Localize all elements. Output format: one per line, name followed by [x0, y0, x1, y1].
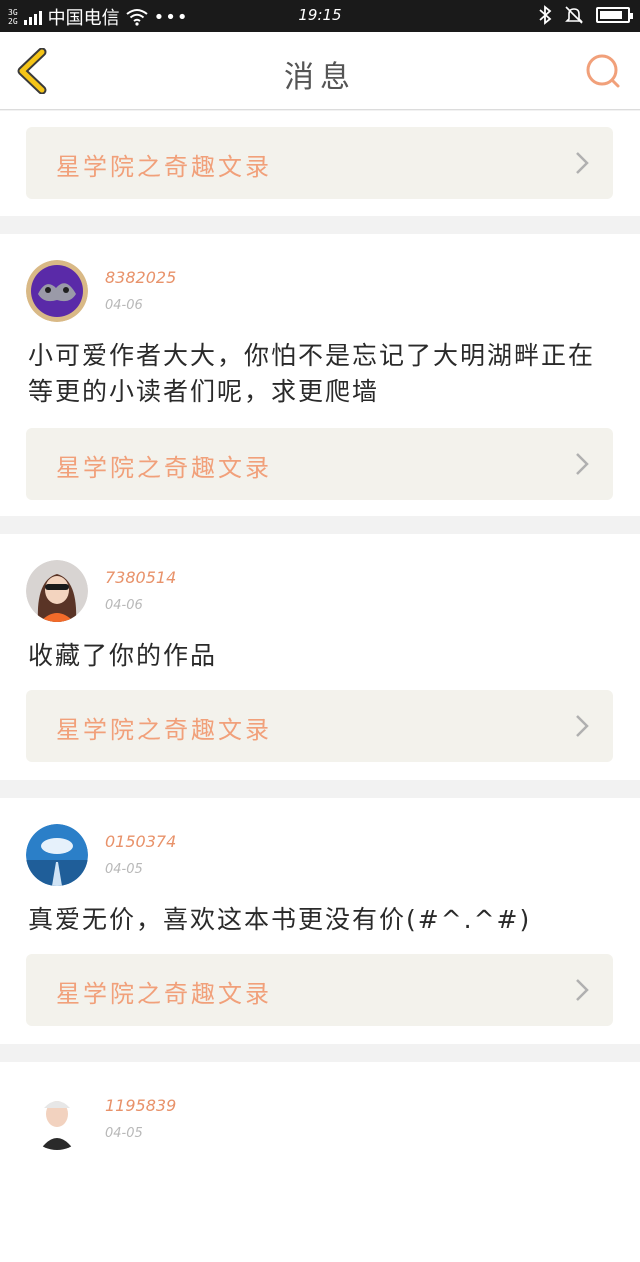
- avatar[interactable]: [26, 824, 88, 886]
- book-title: 星学院之奇趣文录: [56, 980, 272, 1008]
- message-date: 04-06: [105, 298, 143, 313]
- bluetooth-icon: [539, 5, 552, 25]
- message-date: 04-06: [105, 598, 143, 613]
- status-bar: 3G 2G 中国电信 ••• 19:15: [0, 0, 640, 32]
- book-link[interactable]: 星学院之奇趣文录: [26, 428, 613, 500]
- chevron-right-icon: [576, 453, 589, 475]
- avatar-image: [26, 824, 88, 886]
- battery-icon: [596, 7, 633, 23]
- avatar-image: [26, 260, 88, 322]
- message-list: 星学院之奇趣文录 8382025 04-06 小可爱作者大大，你怕不是忘记了大明…: [0, 111, 640, 1262]
- message-card: 1195839 04-05: [0, 1062, 640, 1262]
- book-link[interactable]: 星学院之奇趣文录: [26, 690, 613, 762]
- mute-bell-icon: [565, 6, 583, 24]
- avatar[interactable]: [26, 260, 88, 322]
- book-title: 星学院之奇趣文录: [56, 454, 272, 482]
- username[interactable]: 1195839: [105, 1096, 176, 1115]
- username[interactable]: 7380514: [105, 568, 176, 587]
- book-title: 星学院之奇趣文录: [56, 716, 272, 744]
- battery-level: [600, 11, 622, 19]
- message-text: 小可爱作者大大，你怕不是忘记了大明湖畔正在等更的小读者们呢，求更爬墙: [28, 341, 596, 406]
- book-link[interactable]: 星学院之奇趣文录: [26, 954, 613, 1026]
- avatar[interactable]: [26, 560, 88, 622]
- search-icon[interactable]: [584, 52, 624, 92]
- username[interactable]: 0150374: [105, 832, 176, 851]
- chevron-right-icon: [576, 715, 589, 737]
- book-title: 星学院之奇趣文录: [56, 153, 272, 181]
- message-text: 收藏了你的作品: [28, 641, 218, 670]
- message-date: 04-05: [105, 1126, 143, 1141]
- message-card: 星学院之奇趣文录: [0, 111, 640, 216]
- page-title: 消息: [284, 60, 356, 95]
- book-link[interactable]: 星学院之奇趣文录: [26, 127, 613, 199]
- message-text: 真爱无价，喜欢这本书更没有价(#^.^#): [28, 905, 532, 934]
- message-date: 04-05: [105, 862, 143, 877]
- avatar-image: [26, 1088, 88, 1150]
- avatar-image: [26, 560, 88, 622]
- message-card: 8382025 04-06 小可爱作者大大，你怕不是忘记了大明湖畔正在等更的小读…: [0, 234, 640, 516]
- avatar[interactable]: [26, 1088, 88, 1150]
- chevron-right-icon: [576, 152, 589, 174]
- header: 消息: [0, 32, 640, 110]
- message-card: 0150374 04-05 真爱无价，喜欢这本书更没有价(#^.^#) 星学院之…: [0, 798, 640, 1044]
- username[interactable]: 8382025: [105, 268, 176, 287]
- message-card: 7380514 04-06 收藏了你的作品 星学院之奇趣文录: [0, 534, 640, 780]
- chevron-right-icon: [576, 979, 589, 1001]
